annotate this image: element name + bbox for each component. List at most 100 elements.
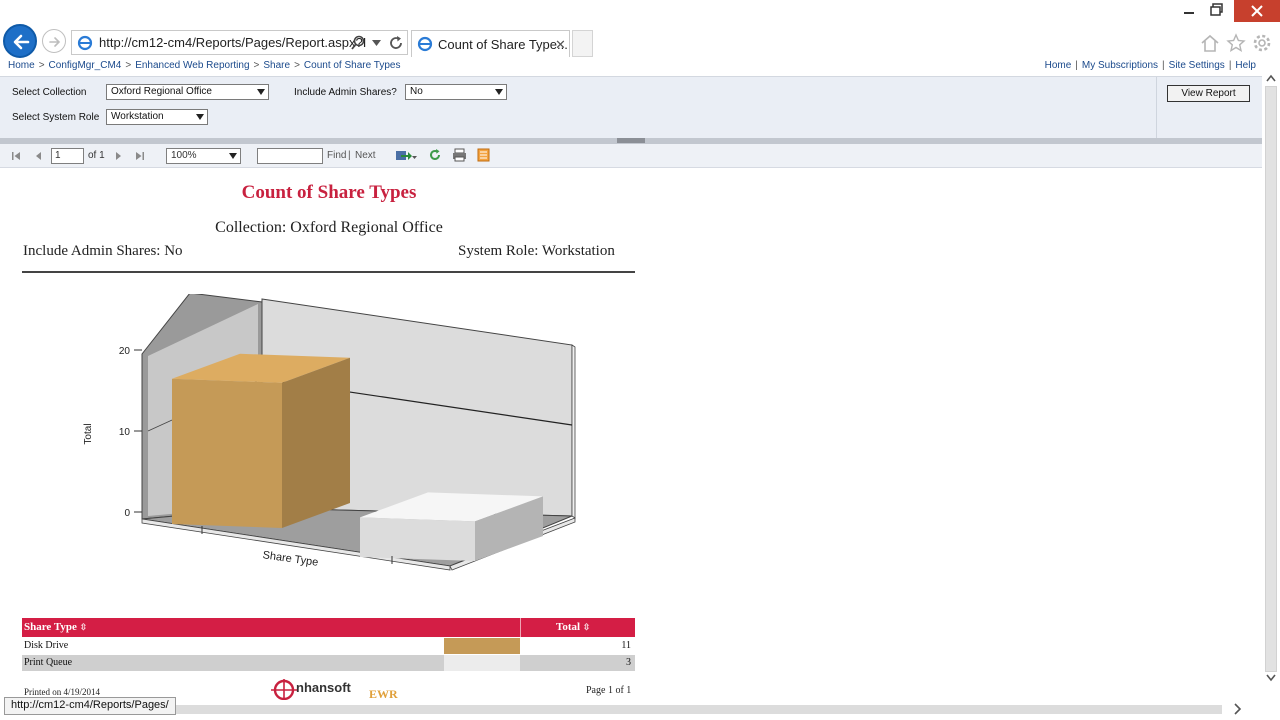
link-site-settings[interactable]: Site Settings <box>1169 60 1225 71</box>
row-total: 11 <box>621 640 631 651</box>
view-report-button[interactable]: View Report <box>1167 85 1250 102</box>
chart-bar <box>172 353 350 528</box>
report-title: Count of Share Types <box>241 182 417 203</box>
back-button[interactable] <box>3 24 37 58</box>
collection-select-value: Oxford Regional Office <box>111 86 212 97</box>
collection-label: Select Collection <box>12 87 87 98</box>
column-header-total[interactable]: Total ⇳ <box>556 621 590 633</box>
system-role-select[interactable]: Workstation <box>106 109 208 125</box>
pane-divider <box>1156 77 1157 139</box>
address-bar[interactable]: http://cm12-cm4/Reports/Pages/Report.asp… <box>71 30 408 55</box>
chevron-down-icon[interactable] <box>372 40 381 46</box>
search-icon[interactable] <box>350 35 366 51</box>
page-number-input[interactable]: 1 <box>51 148 84 164</box>
column-header-total-label: Total <box>556 621 581 633</box>
first-page-icon[interactable] <box>11 151 21 161</box>
home-icon[interactable] <box>1200 33 1220 53</box>
zoom-value: 100% <box>171 150 197 161</box>
breadcrumb-enhanced-web-reporting[interactable]: Enhanced Web Reporting <box>135 60 249 71</box>
previous-page-icon[interactable] <box>34 151 44 161</box>
row-color-swatch <box>444 655 520 671</box>
find-separator: | <box>348 150 351 161</box>
row-total: 3 <box>626 657 631 668</box>
tab-report[interactable]: Count of Share Type... ✕ <box>411 30 570 57</box>
page-count: of 1 <box>88 150 105 161</box>
ie-page-icon <box>77 35 93 51</box>
last-page-icon[interactable] <box>135 151 145 161</box>
horizontal-scrollbar[interactable] <box>0 700 1262 718</box>
link-help[interactable]: Help <box>1235 60 1256 71</box>
gear-icon[interactable] <box>1252 33 1272 53</box>
chart-right-rim <box>571 344 576 519</box>
report-collection: Collection: Oxford Regional Office <box>215 219 443 236</box>
breadcrumb-home[interactable]: Home <box>8 60 35 71</box>
report-toolbar: 1 of 1 100% Find | Next <box>0 144 1262 168</box>
scroll-up-icon[interactable] <box>1266 74 1276 82</box>
window-close-button[interactable] <box>1234 0 1280 22</box>
admin-shares-select[interactable]: No <box>405 84 507 100</box>
column-header-share-type[interactable]: Share Type ⇳ <box>24 621 87 633</box>
chart-y-label: Total <box>83 423 94 444</box>
next-link[interactable]: Next <box>355 150 376 161</box>
zoom-select[interactable]: 100% <box>166 148 241 164</box>
next-page-icon[interactable] <box>113 151 123 161</box>
scrollbar-thumb[interactable] <box>8 705 1222 714</box>
close-icon[interactable]: ✕ <box>555 37 566 53</box>
chevron-down-icon <box>229 153 237 159</box>
chart-bar-side <box>282 357 350 528</box>
close-icon <box>1251 5 1263 17</box>
scrollbar-thumb[interactable] <box>1265 86 1277 672</box>
arrow-left-icon <box>13 34 30 50</box>
system-role-label: Select System Role <box>12 112 100 123</box>
breadcrumb-configmgr[interactable]: ConfigMgr_CM4 <box>49 60 122 71</box>
scroll-down-icon[interactable] <box>1266 674 1276 682</box>
chart-y-tick-label: 0 <box>124 508 130 519</box>
row-color-swatch <box>444 638 520 654</box>
header-divider <box>520 618 521 637</box>
breadcrumb-separator: > <box>38 60 45 71</box>
report-admin-shares: Include Admin Shares: No <box>23 243 183 259</box>
ie-page-icon <box>417 36 433 52</box>
favorites-star-icon[interactable] <box>1226 33 1246 53</box>
browser-chrome: http://cm12-cm4/Reports/Pages/Report.asp… <box>0 0 1280 60</box>
link-separator: | <box>1228 60 1232 71</box>
find-input[interactable] <box>257 148 323 164</box>
chevron-down-icon <box>257 89 265 95</box>
data-feed-icon[interactable] <box>477 148 490 162</box>
restore-icon[interactable] <box>1210 3 1224 17</box>
breadcrumb-current: Count of Share Types <box>303 60 401 71</box>
table-row: Disk Drive 11 <box>22 638 635 654</box>
splitter-handle[interactable] <box>617 138 645 143</box>
breadcrumb-bar: Home > ConfigMgr_CM4 > Enhanced Web Reportin… <box>0 60 1262 74</box>
breadcrumb-separator: > <box>294 60 300 71</box>
system-role-select-value: Workstation <box>111 111 164 122</box>
forward-button[interactable] <box>42 29 66 53</box>
refresh-icon[interactable] <box>388 35 404 51</box>
scroll-right-icon[interactable] <box>1234 703 1242 715</box>
link-home[interactable]: Home <box>1045 60 1072 71</box>
minimize-icon[interactable] <box>1182 3 1196 17</box>
sort-icon: ⇳ <box>79 622 88 632</box>
new-tab-button[interactable] <box>572 30 593 57</box>
tab-label: Count of Share Type... <box>438 37 568 52</box>
admin-shares-label: Include Admin Shares? <box>294 87 397 98</box>
breadcrumb: Home > ConfigMgr_CM4 > Enhanced Web Reportin… <box>8 60 400 71</box>
export-icon[interactable] <box>395 149 417 163</box>
refresh-icon[interactable] <box>428 148 442 162</box>
sort-icon: ⇳ <box>582 622 591 632</box>
chart-bar-front <box>172 378 282 528</box>
share-type-3d-bar-chart: 0 10 20 Total Share Type <box>83 294 576 571</box>
print-icon[interactable] <box>452 148 467 162</box>
breadcrumb-share[interactable]: Share <box>263 60 290 71</box>
link-my-subscriptions[interactable]: My Subscriptions <box>1082 60 1158 71</box>
top-links: Home | My Subscriptions | Site Settings | Help <box>1045 60 1256 71</box>
parameter-pane: Select Collection Oxford Regional Office… <box>0 76 1262 139</box>
breadcrumb-separator: > <box>253 60 260 71</box>
table-row: Print Queue 3 <box>22 655 635 671</box>
vertical-scrollbar[interactable] <box>1262 60 1280 700</box>
report-body: Count of Share Types Collection: Oxford … <box>2 169 1260 701</box>
collection-select[interactable]: Oxford Regional Office <box>106 84 269 100</box>
find-link[interactable]: Find <box>327 150 346 161</box>
table-header: Share Type ⇳ Total ⇳ <box>22 618 635 637</box>
report-divider <box>22 271 635 273</box>
